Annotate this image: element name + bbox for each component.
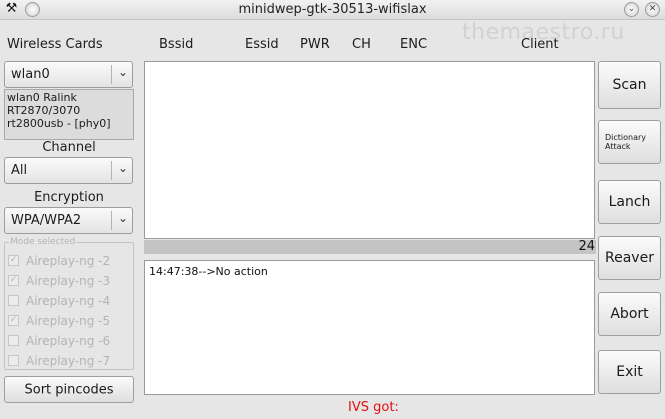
ivs-status: IVS got: [348,400,399,415]
window-title: minidwep-gtk-30513-wifislax [238,2,427,17]
wireless-card-value: wlan0 [11,67,50,82]
column-header-ch: CH [352,37,371,52]
reaver-button[interactable]: Reaver [598,236,661,280]
encryption-select[interactable]: WPA/WPA2 ⌄ [4,207,133,234]
checkbox[interactable]: ✓ [8,275,19,286]
chevron-down-icon: ⌄ [117,161,128,175]
scan-button[interactable]: Scan [598,61,661,109]
mode-label: Aireplay-ng -4 [26,294,111,308]
title-bar: ⚒ minidwep-gtk-30513-wifislax ⌄ ✕ [0,0,665,20]
abort-label: Abort [610,306,649,322]
dictionary-attack-label: Dictionary Attack [605,133,647,151]
card-info-line: wlan0 Ralink [7,91,77,104]
channel-value: All [11,163,28,178]
encryption-label: Encryption [34,190,104,205]
card-info-line: RT2870/3070 [7,104,81,117]
chevron-down-icon: ⌄ [117,65,128,79]
mode-label: Aireplay-ng -6 [26,334,111,348]
log-line: 14:47:38-->No action [149,265,268,278]
launch-label: Lanch [608,194,651,210]
minimize-icon[interactable]: ⌄ [624,2,639,17]
abort-button[interactable]: Abort [598,292,661,336]
card-info-box: wlan0 Ralink RT2870/3070 rt2800usb - [ph… [4,89,134,140]
dictionary-attack-button[interactable]: Dictionary Attack [598,120,661,164]
mode-label: Aireplay-ng -2 [26,254,111,268]
exit-label: Exit [616,364,643,380]
mode-label: Aireplay-ng -3 [26,274,111,288]
column-header-enc: ENC [400,37,428,52]
close-icon[interactable]: ✕ [645,2,660,17]
chevron-down-icon: ⌄ [117,211,128,225]
mode-selected-legend: Mode selected [9,237,77,247]
wireless-card-select[interactable]: wlan0 ⌄ [4,61,133,88]
encryption-value: WPA/WPA2 [11,213,82,228]
network-list[interactable] [144,61,595,239]
launch-button[interactable]: Lanch [598,180,661,224]
exit-button[interactable]: Exit [598,350,661,394]
sort-pincodes-label: Sort pincodes [24,382,114,397]
mode-label: Aireplay-ng -7 [26,354,111,368]
sort-pincodes-button[interactable]: Sort pincodes [4,376,134,403]
column-header-essid: Essid [245,37,279,52]
column-header-pwr: PWR [300,37,330,52]
mode-label: Aireplay-ng -5 [26,314,111,328]
checkbox[interactable] [8,335,19,346]
wireless-cards-label: Wireless Cards [7,37,103,52]
checkbox[interactable] [8,355,19,366]
checkbox[interactable]: ✓ [8,315,19,326]
channel-select[interactable]: All ⌄ [4,157,133,184]
scan-label: Scan [612,77,647,93]
progress-bar: 24 [144,239,596,254]
checkbox[interactable] [8,295,19,306]
checkbox[interactable]: ✓ [8,255,19,266]
channel-label: Channel [42,140,96,155]
column-header-bssid: Bssid [159,37,194,52]
progress-value: 24 [578,239,595,254]
column-header-client: Client [521,37,559,52]
reaver-label: Reaver [605,250,654,266]
card-info-line: rt2800usb - [phy0] [7,117,111,130]
log-pane[interactable]: 14:47:38-->No action [144,260,595,395]
